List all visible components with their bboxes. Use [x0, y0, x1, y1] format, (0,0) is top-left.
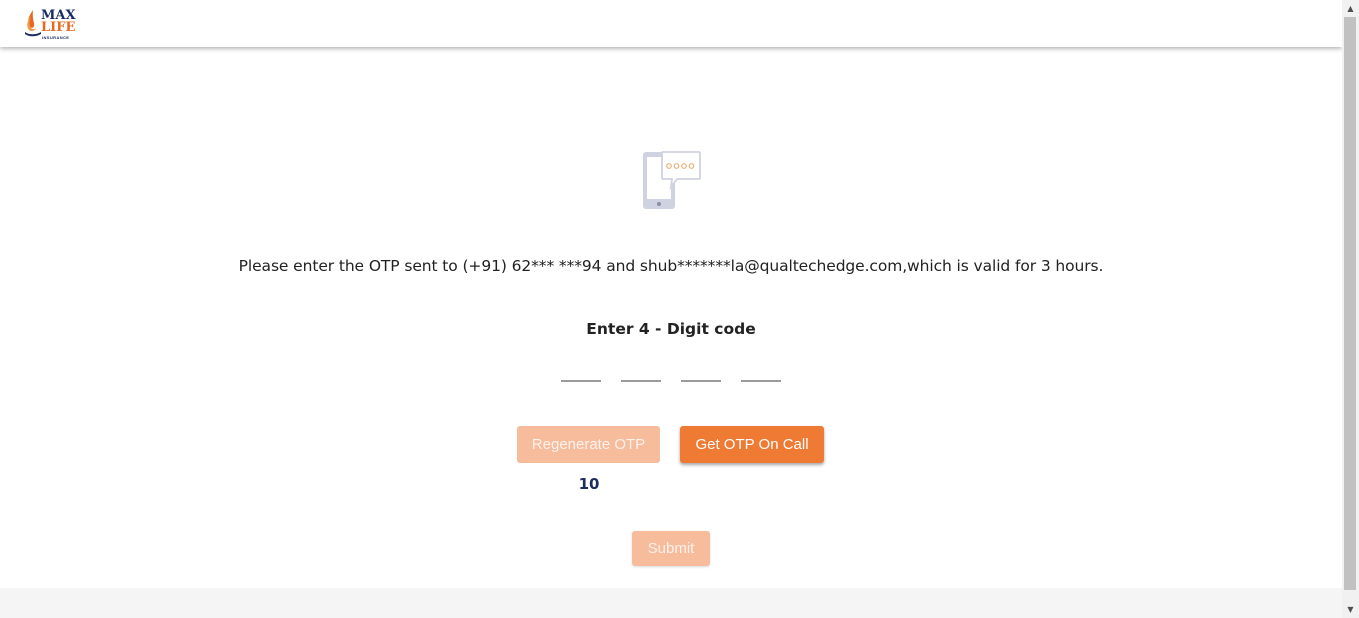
otp-sent-message: Please enter the OTP sent to (+91) 62***…: [238, 257, 1104, 275]
otp-code-label: Enter 4 - Digit code: [586, 320, 756, 338]
otp-digit-2-input[interactable]: [621, 356, 661, 382]
otp-page: MAX LIFE INSURANCE Please enter the OTP …: [0, 0, 1359, 618]
otp-digit-4-input[interactable]: [741, 356, 781, 382]
vertical-scrollbar[interactable]: ▲ ▼: [1342, 0, 1359, 618]
logo-text-insurance: INSURANCE: [42, 35, 70, 40]
submit-button[interactable]: Submit: [632, 531, 710, 566]
main-content: [0, 47, 1342, 588]
max-life-logo[interactable]: MAX LIFE INSURANCE: [24, 8, 84, 41]
get-otp-on-call-button[interactable]: Get OTP On Call: [680, 426, 824, 463]
phone-message-icon: [643, 151, 701, 209]
footer-strip: [0, 588, 1342, 618]
otp-digit-3-input[interactable]: [681, 356, 721, 382]
scroll-up-arrow-icon[interactable]: ▲: [1342, 0, 1359, 17]
regenerate-otp-button[interactable]: Regenerate OTP: [517, 426, 660, 463]
resend-countdown-timer: 10: [578, 475, 600, 493]
flame-logo-icon: [25, 10, 41, 37]
logo-text-life: LIFE: [41, 20, 76, 35]
otp-digit-1-input[interactable]: [561, 356, 601, 382]
scroll-down-arrow-icon[interactable]: ▼: [1342, 601, 1359, 618]
scrollbar-thumb[interactable]: [1344, 17, 1356, 590]
top-header: MAX LIFE INSURANCE: [0, 0, 1342, 47]
